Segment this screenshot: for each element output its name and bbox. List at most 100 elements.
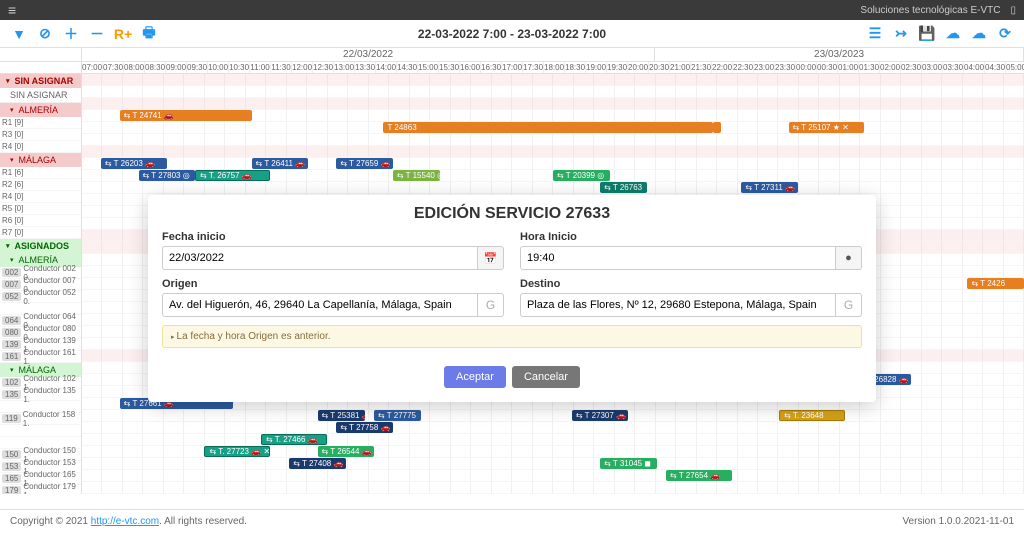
gantt-bar[interactable]: ⇆ T. 26757 🚗 bbox=[195, 170, 270, 181]
gantt-bar[interactable]: ⇆ T 27311 🚗 bbox=[741, 182, 798, 193]
menu-icon[interactable]: ≡ bbox=[8, 2, 16, 18]
hour-cell: 16:30 bbox=[481, 62, 502, 73]
hour-cell: 07:00 bbox=[82, 62, 103, 73]
gantt-bar[interactable]: ⇆ T 24741 🚗 bbox=[120, 110, 252, 121]
sidebar-item[interactable]: ▾MÁLAGA bbox=[0, 153, 81, 167]
origen-input[interactable] bbox=[162, 293, 478, 317]
gantt-bar[interactable]: ⇆ T 26411 🚗 bbox=[252, 158, 309, 169]
sidebar-item[interactable]: R1 [6] bbox=[0, 167, 81, 179]
destino-input[interactable] bbox=[520, 293, 836, 317]
gantt-bar[interactable]: ⇆ T. 27723 🚗 ✕ bbox=[204, 446, 270, 457]
download-icon[interactable]: ☁ bbox=[968, 23, 990, 45]
modal-title: EDICIÓN SERVICIO 27633 bbox=[148, 195, 876, 231]
gantt-bar[interactable]: ⇆ T 15540 ◎ bbox=[393, 170, 440, 181]
gantt-bar[interactable]: ⇆ T 25107 ★ ✕ bbox=[789, 122, 864, 133]
gantt-row: ⇆ T 25381 🚗 ⇆ T 27775 ⇆ T 27307 🚗 ⇆ T. 2364… bbox=[82, 410, 1024, 422]
topbar: ≡ Soluciones tecnológicas E-VTC ▯ bbox=[0, 0, 1024, 20]
hora-input[interactable] bbox=[520, 246, 836, 270]
gantt-bar[interactable]: ⇆ T 26203 🚗 bbox=[101, 158, 167, 169]
gantt-row: ⇆ T 24741 🚗 bbox=[82, 110, 1024, 122]
block-icon[interactable]: ⊘ bbox=[34, 23, 56, 45]
sidebar-item[interactable]: R1 [9] bbox=[0, 117, 81, 129]
hour-cell: 15:00 bbox=[418, 62, 439, 73]
sidebar-item[interactable]: R3 [0] bbox=[0, 129, 81, 141]
gantt-bar[interactable]: ⇆ T 31045 ◼ bbox=[600, 458, 657, 469]
gantt-row bbox=[82, 74, 1024, 86]
origen-g-icon[interactable]: G bbox=[478, 293, 504, 317]
sidebar-item[interactable]: 161Conductor 161 1. bbox=[0, 351, 81, 363]
gantt-bar[interactable]: ⇆ T 27408 🚗 bbox=[289, 458, 346, 469]
gantt-bar[interactable]: ⇆ T 27659 🚗 ✕ bbox=[336, 158, 393, 169]
hour-cell: 07:30 bbox=[103, 62, 124, 73]
gantt-row bbox=[82, 134, 1024, 146]
gantt-bar[interactable]: ⇆ T 20399 ◎ bbox=[553, 170, 610, 181]
hour-cell: 04:30 bbox=[985, 62, 1006, 73]
hour-cell: 12:00 bbox=[292, 62, 313, 73]
sidebar-item[interactable]: SIN ASIGNAR bbox=[0, 88, 81, 103]
gantt-bar[interactable]: T 24863 bbox=[383, 122, 713, 133]
minus-icon[interactable]: － bbox=[86, 23, 108, 45]
sidebar-item[interactable]: 119Conductor 158 1. bbox=[0, 413, 81, 425]
gantt-bar[interactable]: ⇆ T 27654 🚗 bbox=[666, 470, 732, 481]
cancel-button[interactable]: Cancelar bbox=[512, 366, 580, 388]
sidebar-item[interactable]: R2 [6] bbox=[0, 179, 81, 191]
gantt-bar[interactable]: ⇆ T. 23648 bbox=[779, 410, 845, 421]
hour-cell: 03:30 bbox=[943, 62, 964, 73]
hour-cell: 23:00 bbox=[754, 62, 775, 73]
gantt-row bbox=[82, 86, 1024, 98]
save-icon[interactable]: 💾 bbox=[916, 23, 938, 45]
hour-cell: 17:30 bbox=[523, 62, 544, 73]
hour-cell: 21:00 bbox=[670, 62, 691, 73]
gantt-bar[interactable]: ⇆ T 27758 🚗 ✕ bbox=[336, 422, 393, 433]
footer-link[interactable]: http://e-vtc.com bbox=[91, 516, 159, 527]
fecha-input[interactable] bbox=[162, 246, 478, 270]
calendar-icon[interactable]: 📅 bbox=[478, 246, 504, 270]
gantt-row: ⇆ T 27758 🚗 ✕ bbox=[82, 422, 1024, 434]
gantt-bar[interactable]: ⇆ T 27307 🚗 bbox=[572, 410, 629, 421]
accept-button[interactable]: Aceptar bbox=[444, 366, 506, 388]
gantt-bar[interactable]: ⇆ T 25381 🚗 bbox=[318, 410, 365, 421]
sidebar-item[interactable]: 135Conductor 135 1. bbox=[0, 389, 81, 401]
branch-icon[interactable]: ↣ bbox=[890, 23, 912, 45]
gantt-bar[interactable]: ⇆ T 27775 bbox=[374, 410, 421, 421]
hour-cell: 19:00 bbox=[586, 62, 607, 73]
sidebar-item[interactable]: R4 [0] bbox=[0, 191, 81, 203]
upload-icon[interactable]: ☁ bbox=[942, 23, 964, 45]
add-icon[interactable]: ＋ bbox=[60, 23, 82, 45]
gantt-row bbox=[82, 98, 1024, 110]
sidebar-item[interactable]: R5 [0] bbox=[0, 203, 81, 215]
time-icon[interactable]: ● bbox=[836, 246, 862, 270]
rplus-icon[interactable]: R+ bbox=[112, 23, 134, 45]
hour-cell: 08:30 bbox=[145, 62, 166, 73]
hour-cell: 13:00 bbox=[334, 62, 355, 73]
print-icon[interactable]: 🖶 bbox=[138, 23, 160, 45]
hour-cell: 20:30 bbox=[649, 62, 670, 73]
sidebar-item[interactable]: ▾ALMERÍA bbox=[0, 103, 81, 117]
footer: Copyright © 2021 http://e-vtc.com. All r… bbox=[0, 509, 1024, 533]
destino-g-icon[interactable]: G bbox=[836, 293, 862, 317]
gantt-bar[interactable]: ⇆ T 2426 bbox=[967, 278, 1024, 289]
hour-cell: 10:00 bbox=[208, 62, 229, 73]
refresh-icon[interactable]: ⟳ bbox=[994, 23, 1016, 45]
sidebar-item[interactable]: ▾SIN ASIGNAR bbox=[0, 74, 81, 88]
gantt-bar[interactable]: ⇆ T 26763 bbox=[600, 182, 647, 193]
sidebar-item[interactable]: 052Conductor 052 0. bbox=[0, 291, 81, 303]
warning-box: ▸La fecha y hora Origen es anterior. bbox=[162, 325, 862, 348]
user-icon[interactable]: ▯ bbox=[1010, 5, 1016, 16]
gantt-bar[interactable]: ⇆ T 27803 ◎ bbox=[139, 170, 196, 181]
day-label: 22/03/2022 bbox=[82, 48, 655, 61]
sidebar-item[interactable]: R7 [0] bbox=[0, 227, 81, 239]
hour-cell: 02:00 bbox=[880, 62, 901, 73]
sidebar-item[interactable]: R6 [0] bbox=[0, 215, 81, 227]
gantt-bar[interactable]: ⇆ T 26544 🚗 bbox=[318, 446, 375, 457]
sidebar-item[interactable]: ▾ASIGNADOS bbox=[0, 239, 81, 253]
filter-icon[interactable]: ▼ bbox=[8, 23, 30, 45]
gantt-bar[interactable] bbox=[713, 122, 721, 133]
list-icon[interactable]: ☰ bbox=[864, 23, 886, 45]
sidebar-item[interactable]: R4 [0] bbox=[0, 141, 81, 153]
gantt-bar[interactable]: ⇆ T. 27466 🚗 bbox=[261, 434, 327, 445]
hour-cell: 05:00 bbox=[1006, 62, 1024, 73]
label-origen: Origen bbox=[162, 278, 504, 290]
gantt-row: ⇆ T 26203 🚗 ⇆ T 26411 🚗 ⇆ T 27659 🚗 ✕ bbox=[82, 158, 1024, 170]
gantt-row: ⇆ T 27654 🚗 bbox=[82, 470, 1024, 482]
